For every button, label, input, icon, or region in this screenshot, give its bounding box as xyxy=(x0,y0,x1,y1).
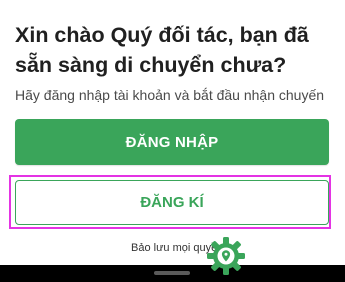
login-button[interactable]: ĐĂNG NHẬP xyxy=(15,119,329,165)
welcome-subtitle: Hãy đăng nhập tài khoản và bắt đầu nhận … xyxy=(15,87,325,103)
register-button[interactable]: ĐĂNG KÍ xyxy=(15,180,329,225)
gear-location-icon[interactable] xyxy=(206,236,246,276)
welcome-title: Xin chào Quý đối tác, bạn đã sẵn sàng di… xyxy=(15,23,309,77)
home-indicator[interactable] xyxy=(154,271,190,275)
